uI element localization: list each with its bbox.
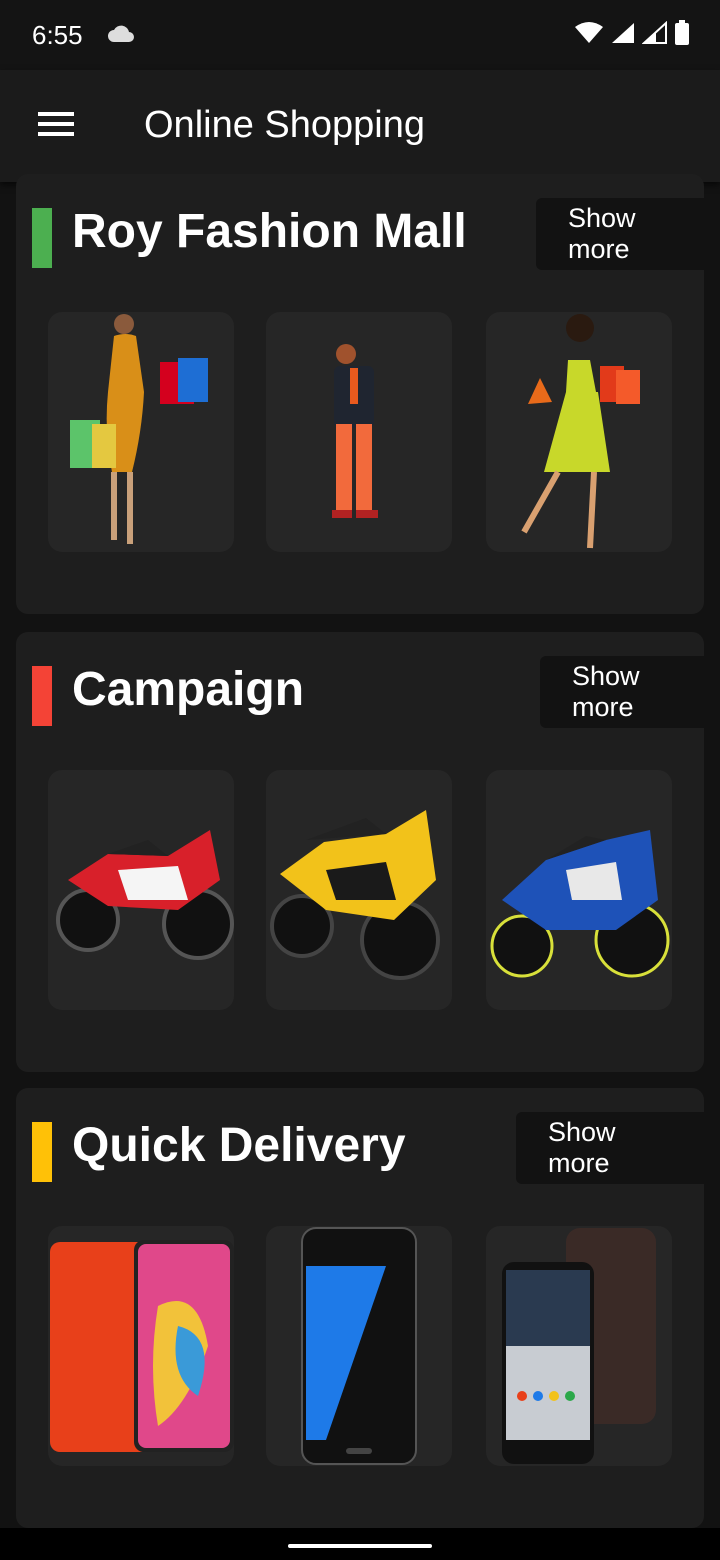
status-time: 6:55 <box>32 20 83 50</box>
app-bar: Online Shopping <box>0 70 720 182</box>
section-campaign: Campaign Show more <box>16 632 704 1072</box>
cloud-icon <box>108 25 134 42</box>
nokia-phone-image <box>502 1228 656 1464</box>
battery-icon <box>675 20 689 45</box>
product-tile[interactable] <box>48 312 234 552</box>
wifi-icon <box>575 22 603 43</box>
section-title: Quick Delivery <box>72 1119 406 1172</box>
home-gesture-handle[interactable] <box>288 1544 432 1548</box>
product-tile[interactable] <box>486 1226 672 1466</box>
product-tile[interactable] <box>266 1226 452 1466</box>
product-tile[interactable] <box>486 312 672 552</box>
section-accent-bar <box>32 666 52 726</box>
blue-sport-motorcycle-image <box>490 830 670 978</box>
product-tile[interactable] <box>48 1226 234 1466</box>
product-tile[interactable] <box>266 770 452 1010</box>
yellow-sport-motorcycle-image <box>270 810 440 980</box>
section-title: Roy Fashion Mall <box>72 205 467 258</box>
signal-no-data-icon <box>642 21 667 44</box>
woman-with-bags-green-image <box>521 314 640 549</box>
product-tile[interactable] <box>486 770 672 1010</box>
product-tile[interactable] <box>266 312 452 552</box>
section-title: Campaign <box>72 663 305 716</box>
show-more-button[interactable]: Show more <box>536 198 704 270</box>
section-accent-bar <box>32 1122 52 1182</box>
samsung-phone-image <box>301 1227 417 1465</box>
status-bar: 6:55 <box>0 0 720 70</box>
huawei-phone-image <box>50 1240 234 1452</box>
man-thinking-image <box>332 344 378 518</box>
show-more-button[interactable]: Show more <box>540 656 704 728</box>
woman-with-bags-orange-image <box>70 314 208 544</box>
section-quick-delivery: Quick Delivery Show more <box>16 1088 704 1528</box>
product-tile[interactable] <box>48 770 234 1010</box>
red-sport-motorcycle-image <box>56 830 234 960</box>
signal-icon <box>612 23 634 43</box>
section-roy-fashion-mall: Roy Fashion Mall Show more <box>16 174 704 614</box>
hamburger-menu-icon[interactable] <box>38 112 74 140</box>
app-title: Online Shopping <box>144 104 425 146</box>
show-more-button[interactable]: Show more <box>516 1112 704 1184</box>
gesture-nav-bar <box>0 1528 720 1560</box>
section-accent-bar <box>32 208 52 268</box>
